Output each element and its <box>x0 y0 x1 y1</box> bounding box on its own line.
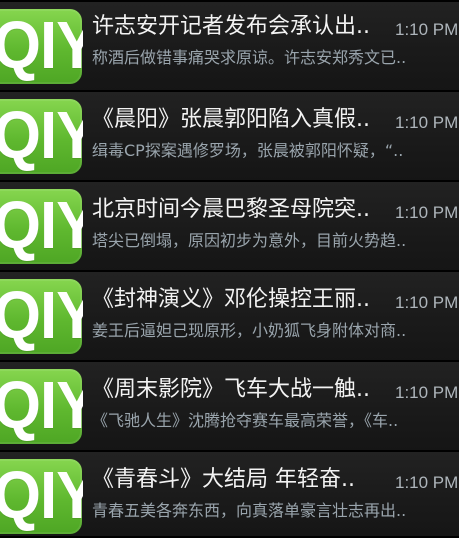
notification-title: 《晨阳》张晨郭阳陷入真假.. <box>92 107 370 132</box>
notification-summary: 缉毒CP探案遇修罗场，张晨被郭阳怀疑，“.. <box>92 141 404 160</box>
notification-item[interactable]: QIY 《青春斗》大结局 年轻奋.. 1:10 PM 青春五美各奔东西，向真落单… <box>0 452 459 538</box>
notification-item[interactable]: QIY 《晨阳》张晨郭阳陷入真假.. 1:10 PM 缉毒CP探案遇修罗场，张晨… <box>0 92 459 181</box>
notification-list: QIY 许志安开记者发布会承认出.. 1:10 PM 称酒后做错事痛哭求原谅。许… <box>0 0 459 538</box>
notification-title: 《青春斗》大结局 年轻奋.. <box>92 467 355 492</box>
notification-summary: 塔尖已倒塌，原因初步为意外，目前火势趋.. <box>92 231 407 250</box>
app-icon-text: QIY <box>0 189 83 263</box>
app-icon-text: QIY <box>0 9 83 83</box>
notification-summary: 《飞驰人生》沈腾抢夺赛车最高荣誉，《车.. <box>92 411 399 430</box>
notification-title: 《周末影院》飞车大战一触.. <box>92 377 370 402</box>
notification-time: 1:10 PM <box>395 20 459 39</box>
notification-item[interactable]: QIY 北京时间今晨巴黎圣母院突.. 1:10 PM 塔尖已倒塌，原因初步为意外… <box>0 182 459 271</box>
notification-time: 1:10 PM <box>395 113 459 132</box>
app-icon-text: QIY <box>0 369 83 443</box>
notification-title: 《封神演义》邓伦操控王丽.. <box>92 287 370 312</box>
notification-title: 许志安开记者发布会承认出.. <box>92 14 370 39</box>
app-icon-text: QIY <box>0 279 83 353</box>
notification-time: 1:10 PM <box>395 203 459 222</box>
app-icon-text: QIY <box>0 99 83 173</box>
notification-time: 1:10 PM <box>395 293 459 312</box>
notification-time: 1:10 PM <box>395 383 459 402</box>
iqiyi-app-icon: QIY <box>0 9 83 84</box>
notification-title: 北京时间今晨巴黎圣母院突.. <box>92 197 370 222</box>
iqiyi-app-icon: QIY <box>0 189 83 264</box>
iqiyi-app-icon: QIY <box>0 459 83 534</box>
notification-item[interactable]: QIY 《封神演义》邓伦操控王丽.. 1:10 PM 姜王后逼妲己现原形，小奶狐… <box>0 272 459 361</box>
notification-summary: 姜王后逼妲己现原形，小奶狐飞身附体对商.. <box>92 321 407 340</box>
notification-time: 1:10 PM <box>395 473 459 492</box>
notification-item[interactable]: QIY 许志安开记者发布会承认出.. 1:10 PM 称酒后做错事痛哭求原谅。许… <box>0 2 459 91</box>
iqiyi-app-icon: QIY <box>0 279 83 354</box>
notification-summary: 称酒后做错事痛哭求原谅。许志安郑秀文已.. <box>92 48 407 67</box>
notification-summary: 青春五美各奔东西，向真落单豪言壮志再出.. <box>92 501 407 520</box>
notification-item[interactable]: QIY 《周末影院》飞车大战一触.. 1:10 PM 《飞驰人生》沈腾抢夺赛车最… <box>0 362 459 451</box>
iqiyi-app-icon: QIY <box>0 99 83 174</box>
app-icon-text: QIY <box>0 459 83 533</box>
iqiyi-app-icon: QIY <box>0 369 83 444</box>
